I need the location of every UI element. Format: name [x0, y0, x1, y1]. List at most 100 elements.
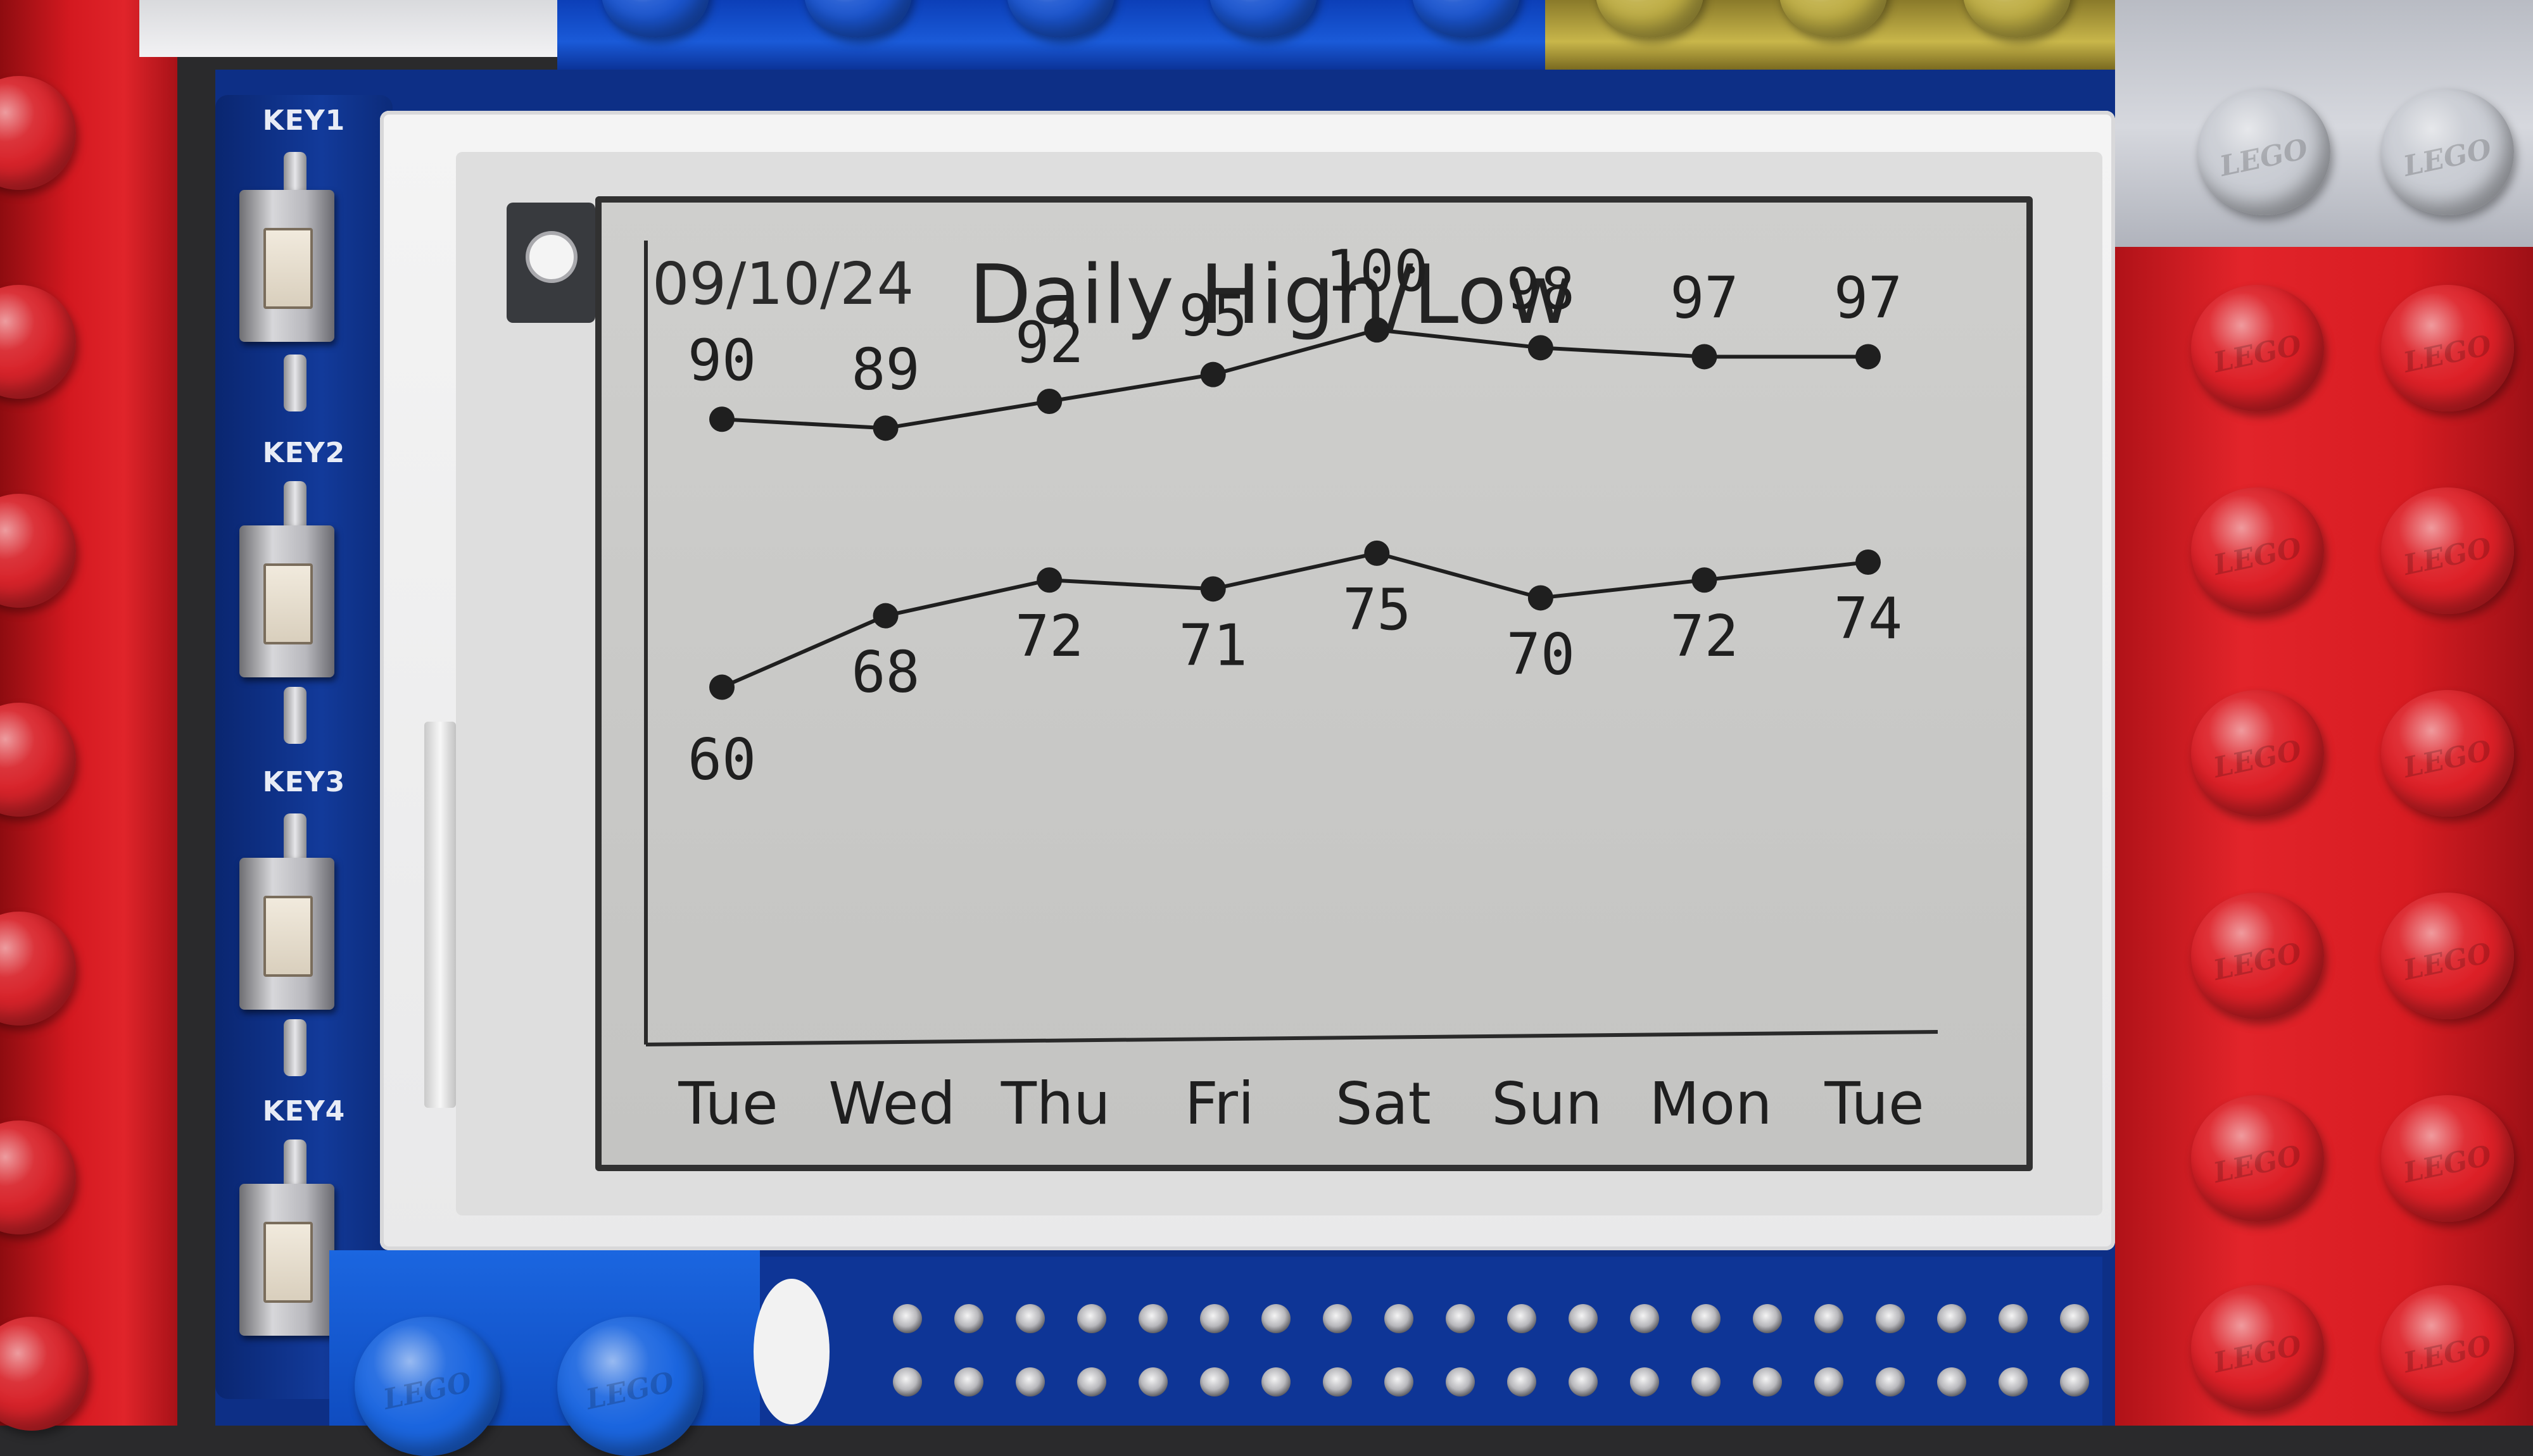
low-point: [873, 603, 899, 629]
fpc-slot: [424, 722, 456, 1108]
high-point: [873, 415, 899, 441]
x-tick-label: Mon: [1649, 1070, 1772, 1138]
low-value-label: 74: [1834, 586, 1902, 652]
gpio-pin: [1753, 1367, 1782, 1396]
low-value-label: 68: [851, 639, 919, 706]
lego-stud: LEGO: [2191, 690, 2324, 817]
lego-logo: LEGO: [2211, 1139, 2304, 1190]
gpio-pin: [1261, 1367, 1291, 1396]
gpio-pin: [1630, 1367, 1659, 1396]
low-point: [709, 674, 735, 700]
high-point: [1200, 361, 1226, 387]
gpio-pin: [1814, 1304, 1843, 1333]
chart-axes: [644, 241, 1938, 1046]
gpio-pin: [1569, 1304, 1598, 1333]
low-point: [1691, 567, 1717, 593]
gpio-pin: [954, 1304, 983, 1333]
lego-stud: LEGO: [2191, 1095, 2324, 1222]
gpio-pin: [1323, 1304, 1352, 1333]
lego-stud: LEGO: [2381, 285, 2514, 411]
low-value-label: 71: [1179, 612, 1248, 679]
gpio-pin: [1876, 1367, 1905, 1396]
lego-stud: LEGO: [2191, 893, 2324, 1019]
high-point: [1855, 344, 1881, 370]
lego-logo: LEGO: [2401, 132, 2494, 184]
low-point: [1527, 585, 1553, 611]
gpio-pin: [954, 1367, 983, 1396]
gpio-pin: [1200, 1367, 1229, 1396]
switch-pin: [284, 355, 306, 411]
gpio-pin: [1691, 1367, 1721, 1396]
lego-logo: LEGO: [2401, 531, 2494, 582]
lego-logo: LEGO: [2211, 531, 2304, 582]
high-point: [1691, 344, 1717, 370]
high-value-label: 95: [1179, 283, 1248, 349]
key1-label: KEY1: [262, 104, 346, 137]
lego-stud: LEGO: [2191, 1285, 2324, 1412]
x-tick-label: Tue: [1824, 1070, 1924, 1138]
lego-logo: LEGO: [2401, 1329, 2494, 1380]
gpio-pin: [893, 1367, 922, 1396]
lego-logo: LEGO: [2401, 936, 2494, 988]
mounting-hole: [754, 1279, 830, 1424]
high-value-label: 92: [1015, 310, 1083, 376]
x-tick-label: Tue: [678, 1070, 778, 1138]
lego-logo: LEGO: [2211, 936, 2304, 988]
gpio-pin: [1999, 1367, 2028, 1396]
gpio-pin: [1384, 1304, 1413, 1333]
lego-logo: LEGO: [381, 1366, 474, 1417]
lego-logo: LEGO: [2401, 734, 2494, 785]
switch-pin: [284, 687, 306, 744]
gpio-pin: [1016, 1367, 1045, 1396]
high-value-label: 97: [1670, 265, 1738, 331]
low-point: [1037, 567, 1063, 593]
gpio-pin: [1569, 1367, 1598, 1396]
lego-logo: LEGO: [2211, 734, 2304, 785]
lego-logo: LEGO: [583, 1366, 677, 1417]
gpio-pin: [1507, 1367, 1536, 1396]
gpio-pin: [1261, 1304, 1291, 1333]
key2-button[interactable]: [239, 525, 334, 677]
lego-logo: LEGO: [2211, 329, 2304, 380]
high-point: [1527, 335, 1553, 361]
low-point: [1364, 540, 1390, 566]
key3-button[interactable]: [239, 858, 334, 1010]
low-value-label: 60: [688, 727, 756, 793]
lego-logo: LEGO: [2211, 1329, 2304, 1380]
chart-date: 09/10/24: [652, 250, 914, 318]
gpio-pin: [1876, 1304, 1905, 1333]
gpio-pin: [1016, 1304, 1045, 1333]
switch-pin: [284, 1019, 306, 1076]
key4-button[interactable]: [239, 1184, 334, 1336]
gpio-pin: [1446, 1367, 1475, 1396]
lego-logo: LEGO: [2401, 1139, 2494, 1190]
high-value-label: 89: [851, 336, 919, 403]
gpio-pin: [1999, 1304, 2028, 1333]
lego-stud: LEGO: [2381, 487, 2514, 614]
x-tick-label: Sat: [1336, 1070, 1431, 1138]
x-tick-label: Wed: [828, 1070, 956, 1138]
gpio-pin: [2060, 1304, 2089, 1333]
x-tick-label: Thu: [1001, 1070, 1111, 1138]
lego-stud: LEGO: [2197, 89, 2330, 215]
gpio-pin: [1630, 1304, 1659, 1333]
low-value-label: 72: [1670, 603, 1738, 670]
gpio-pin: [1139, 1367, 1168, 1396]
gpio-pin: [1814, 1367, 1843, 1396]
low-value-label: 72: [1015, 603, 1083, 670]
gpio-pin: [1691, 1304, 1721, 1333]
key1-button[interactable]: [239, 190, 334, 342]
high-value-label: 100: [1325, 238, 1429, 304]
gpio-pin: [1077, 1304, 1106, 1333]
red-lego-brick-right: [2115, 247, 2533, 1426]
low-point: [1200, 576, 1226, 602]
lego-stud: LEGO: [2381, 89, 2514, 215]
lego-logo: LEGO: [2401, 329, 2494, 380]
lego-stud: LEGO: [2381, 1285, 2514, 1412]
high-low-chart: 09/10/24 Daily High/Low 90 89 92 95100 98 97 9…: [644, 238, 1938, 1138]
gpio-pin: [893, 1304, 922, 1333]
gpio-pin: [1139, 1304, 1168, 1333]
series-low: 60 68 72 71 75 70 72 74: [688, 540, 1902, 793]
gpio-pin: [1323, 1367, 1352, 1396]
x-tick-label: Sun: [1491, 1070, 1602, 1138]
